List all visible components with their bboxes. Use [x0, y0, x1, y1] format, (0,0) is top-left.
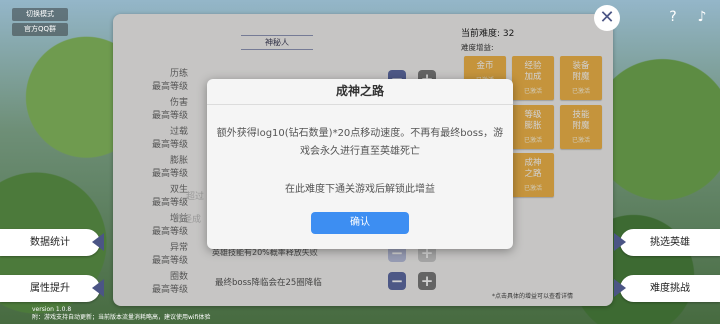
update-notice: 附：游戏支持自动更新；当前版本流量消耗略高，建议使用wifi体验 — [32, 314, 211, 321]
attr-upgrade-button[interactable]: 属性提升 — [0, 275, 100, 302]
version-label: version 1.0.8 — [32, 306, 72, 313]
qq-group-button[interactable]: 官方QQ群 — [12, 23, 68, 36]
close-icon[interactable]: ✕ — [594, 5, 620, 31]
modal-title: 成神之路 — [335, 84, 384, 98]
modal-divider — [207, 104, 513, 105]
modal-description: 额外获得log10(钻石数量)*20点移动速度。不再有最终boss，游戏会永久进… — [216, 128, 504, 157]
modal-unlock-note: 在此难度下通关游戏后解锁此增益 — [285, 184, 435, 195]
difficulty-challenge-button[interactable]: 难度挑战 — [620, 275, 720, 302]
help-icon[interactable]: ? — [665, 9, 681, 25]
sound-icon[interactable]: ♪ — [694, 9, 710, 25]
data-stats-button[interactable]: 数据统计 — [0, 229, 100, 256]
challenge-hero-button[interactable]: 挑选英雄 — [620, 229, 720, 256]
version-footer: version 1.0.8 附：游戏支持自动更新；当前版本流量消耗略高，建议使用… — [32, 306, 210, 322]
arrow-left-icon — [92, 233, 104, 251]
switch-mode-button[interactable]: 切换模式 — [12, 8, 68, 21]
arrow-right-icon — [614, 279, 626, 297]
arrow-right-icon — [614, 233, 626, 251]
confirm-button[interactable]: 确认 — [311, 212, 409, 234]
arrow-left-icon — [92, 279, 104, 297]
